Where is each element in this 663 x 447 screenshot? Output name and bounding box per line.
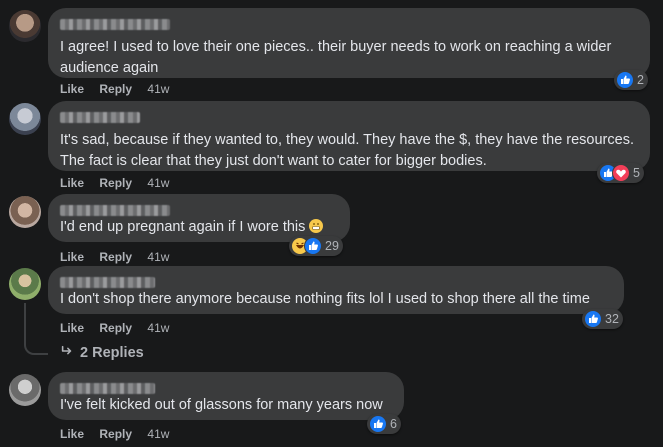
timestamp[interactable]: 41w bbox=[147, 321, 169, 335]
comment-bubble: It's sad, because if they wanted to, the… bbox=[48, 101, 650, 171]
like-icon bbox=[369, 415, 387, 433]
reaction-summary[interactable]: 5 bbox=[597, 163, 644, 183]
reply-button[interactable]: Reply bbox=[99, 427, 132, 441]
avatar[interactable] bbox=[9, 196, 41, 228]
avatar[interactable] bbox=[9, 103, 41, 135]
reply-button[interactable]: Reply bbox=[99, 321, 132, 335]
reaction-count: 2 bbox=[637, 73, 644, 87]
like-button[interactable]: Like bbox=[60, 176, 84, 190]
comment-actions: Like Reply 41w bbox=[60, 176, 181, 190]
like-button[interactable]: Like bbox=[60, 427, 84, 441]
comment-actions: Like Reply 41w bbox=[60, 82, 181, 96]
comment-text: It's sad, because if they wanted to, the… bbox=[60, 132, 634, 169]
comment-actions: Like Reply 41w bbox=[60, 250, 181, 264]
timestamp[interactable]: 41w bbox=[147, 250, 169, 264]
comment-text: I've felt kicked out of glassons for man… bbox=[60, 397, 383, 413]
comment-text-content: I'd end up pregnant again if I wore this bbox=[60, 219, 306, 235]
comment-bubble: I agree! I used to love their one pieces… bbox=[48, 8, 650, 78]
comment-text: I agree! I used to love their one pieces… bbox=[60, 39, 612, 76]
comment-text: I'd end up pregnant again if I wore this bbox=[60, 217, 338, 238]
author-name-blurred[interactable] bbox=[60, 112, 140, 123]
comment-bubble: I'd end up pregnant again if I wore this bbox=[48, 194, 350, 242]
reply-button[interactable]: Reply bbox=[99, 250, 132, 264]
reaction-count: 29 bbox=[325, 239, 339, 253]
reply-button[interactable]: Reply bbox=[99, 82, 132, 96]
like-icon bbox=[584, 310, 602, 328]
like-button[interactable]: Like bbox=[60, 82, 84, 96]
timestamp[interactable]: 41w bbox=[147, 427, 169, 441]
replies-count-label: 2 Replies bbox=[80, 345, 144, 361]
reply-button[interactable]: Reply bbox=[99, 176, 132, 190]
comment-text: I don't shop there anymore because nothi… bbox=[60, 291, 590, 307]
timestamp[interactable]: 41w bbox=[147, 82, 169, 96]
reaction-summary[interactable]: 6 bbox=[367, 414, 401, 434]
reaction-summary[interactable]: 32 bbox=[582, 309, 623, 329]
author-name-blurred[interactable] bbox=[60, 383, 155, 394]
avatar[interactable] bbox=[9, 268, 41, 300]
reply-thread-line bbox=[24, 303, 48, 355]
like-button[interactable]: Like bbox=[60, 321, 84, 335]
like-icon bbox=[616, 71, 634, 89]
comment-bubble: I've felt kicked out of glassons for man… bbox=[48, 372, 404, 420]
avatar[interactable] bbox=[9, 10, 41, 42]
reaction-summary[interactable]: 29 bbox=[289, 236, 343, 256]
comment-bubble: I don't shop there anymore because nothi… bbox=[48, 266, 624, 314]
timestamp[interactable]: 41w bbox=[147, 176, 169, 190]
like-button[interactable]: Like bbox=[60, 250, 84, 264]
view-replies-link[interactable]: 2 Replies bbox=[60, 344, 144, 361]
reaction-count: 6 bbox=[390, 417, 397, 431]
author-name-blurred[interactable] bbox=[60, 19, 170, 30]
comment-actions: Like Reply 41w bbox=[60, 321, 181, 335]
reaction-count: 5 bbox=[633, 166, 640, 180]
reaction-count: 32 bbox=[605, 312, 619, 326]
author-name-blurred[interactable] bbox=[60, 205, 170, 216]
like-icon bbox=[304, 237, 322, 255]
author-name-blurred[interactable] bbox=[60, 277, 155, 288]
avatar[interactable] bbox=[9, 374, 41, 406]
grimacing-emoji-icon bbox=[309, 219, 324, 233]
comment-actions: Like Reply 41w bbox=[60, 427, 181, 441]
reaction-summary[interactable]: 2 bbox=[614, 70, 648, 90]
reply-arrow-icon bbox=[60, 344, 76, 361]
love-icon bbox=[612, 164, 630, 182]
